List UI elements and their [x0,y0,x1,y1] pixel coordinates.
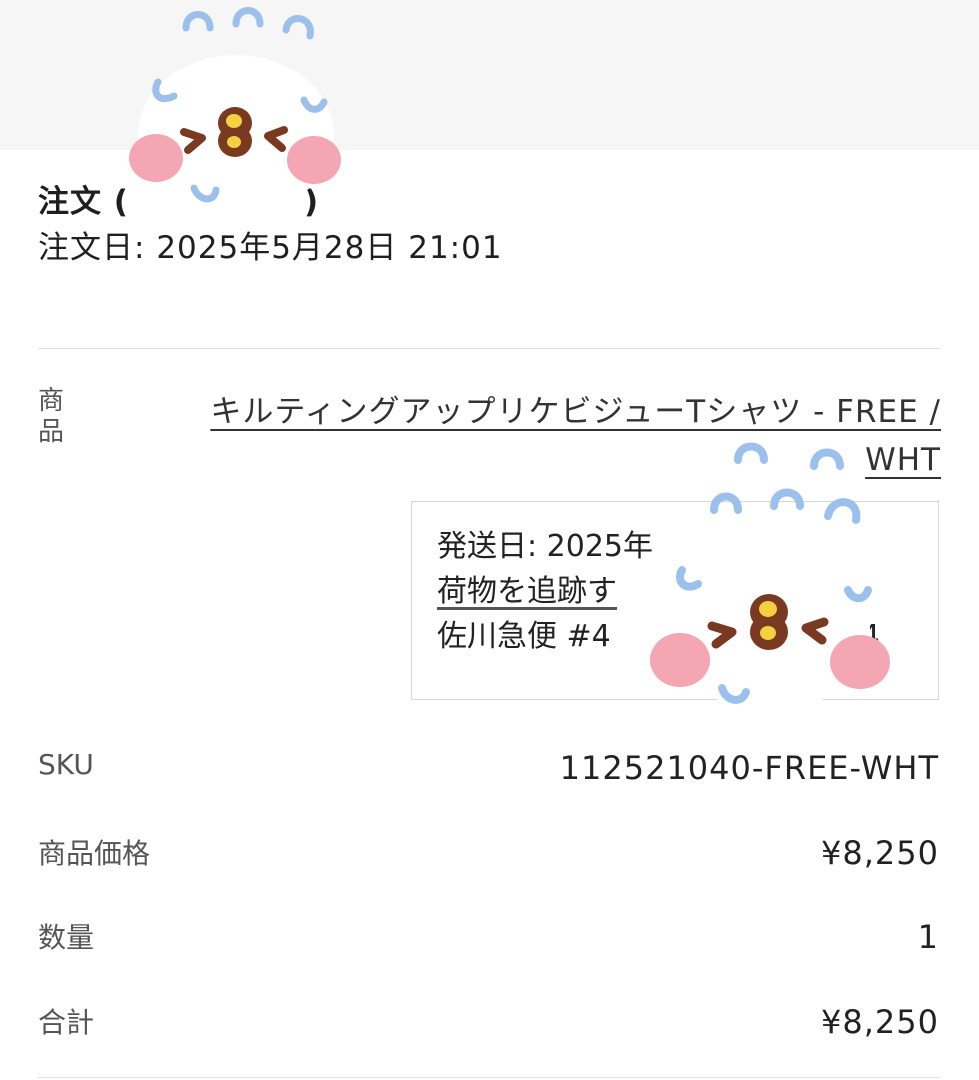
price-label: 商品価格 [38,837,151,870]
ship-date-value: 2025年 [546,529,654,564]
quantity-value: 1 [917,918,939,956]
carrier-name: 佐川急便 [437,619,557,654]
sku-label: SKU [38,748,94,781]
order-title-text: 注文 ( [38,184,129,220]
order-date: 注文日: 2025年5月28日 21:01 [38,222,503,267]
ship-date-label: 発送日: [437,529,538,564]
total-value: ¥8,250 [821,1003,939,1041]
order-date-value: 2025年5月28日 21:01 [156,230,503,266]
track-package-link[interactable]: 荷物を追跡す [437,574,617,609]
sku-value: 112521040-FREE-WHT [559,749,939,787]
bird-sticker-1 [129,7,341,215]
bird-sticker-2 [650,442,890,712]
total-label: 合計 [38,1006,95,1039]
price-value: ¥8,250 [821,834,939,872]
divider-bottom [38,1077,941,1078]
tracking-number-start: #4 [566,619,611,654]
divider-top [38,348,941,349]
order-date-label: 注文日: [38,230,146,266]
product-label: 商品 [38,386,65,447]
quantity-label: 数量 [38,921,95,954]
